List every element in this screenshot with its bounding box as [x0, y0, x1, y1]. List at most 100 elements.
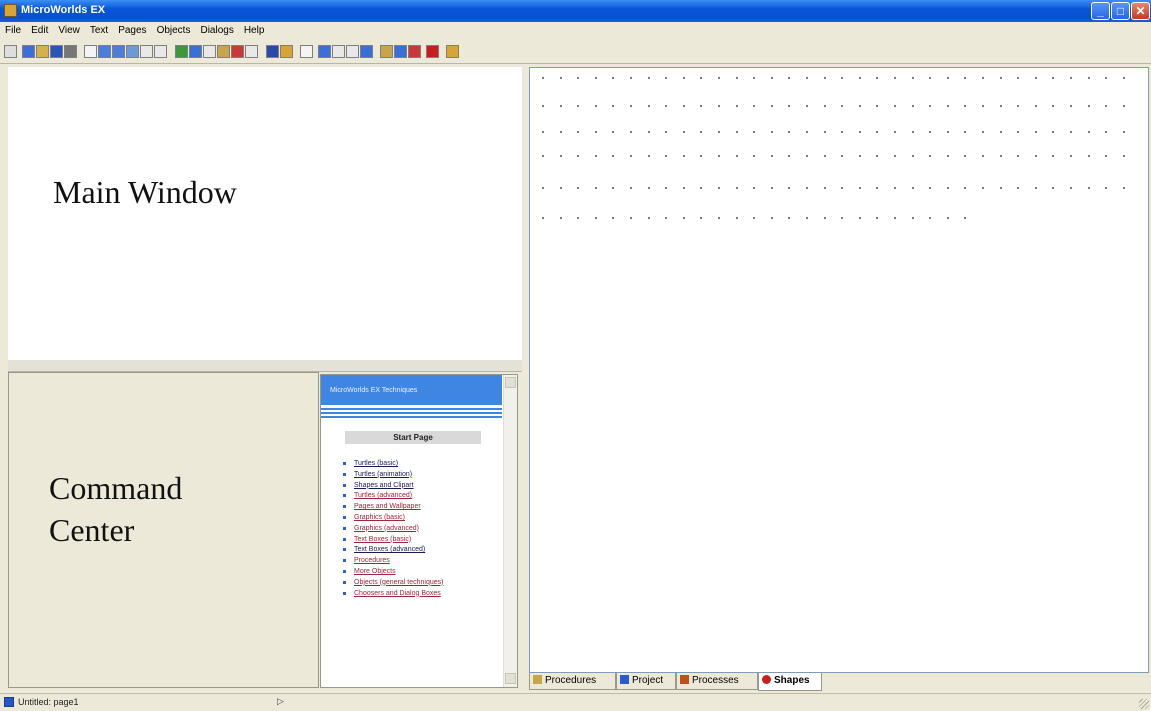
shape-slot[interactable]	[647, 131, 650, 133]
hatch-icon[interactable]	[266, 45, 279, 58]
tab-processes[interactable]: Processes	[676, 673, 758, 690]
shape-slot[interactable]	[542, 187, 544, 189]
shape-slot[interactable]	[946, 187, 949, 189]
technique-link[interactable]: Turtles (advanced)	[343, 491, 503, 502]
shape-slot[interactable]	[542, 131, 544, 133]
shape-slot[interactable]	[929, 155, 932, 157]
shape-slot[interactable]	[718, 217, 720, 219]
tab-shapes[interactable]: Shapes	[758, 673, 822, 691]
shape-slot[interactable]	[1105, 155, 1108, 157]
menu-text[interactable]: Text	[85, 22, 113, 36]
shape-slot[interactable]	[647, 187, 650, 189]
shape-slot[interactable]	[823, 131, 826, 133]
shape-slot[interactable]	[876, 217, 879, 219]
text-box-icon[interactable]	[140, 45, 153, 58]
shape-slot[interactable]	[929, 131, 932, 133]
technique-link[interactable]: Turtles (animation)	[343, 470, 503, 481]
open-folder-icon[interactable]	[36, 45, 49, 58]
shape-slot[interactable]	[594, 155, 597, 157]
shape-slot[interactable]	[964, 187, 967, 189]
scroll-up-icon[interactable]	[505, 377, 516, 388]
graph-icon[interactable]	[203, 45, 216, 58]
shape-slot[interactable]	[559, 131, 562, 133]
save-icon[interactable]	[50, 45, 63, 58]
shape-slot[interactable]	[682, 105, 685, 107]
shape-slot[interactable]	[753, 187, 756, 189]
shape-slot[interactable]	[577, 105, 580, 107]
shape-slot[interactable]	[894, 187, 896, 189]
shape-slot[interactable]	[1017, 105, 1020, 107]
shape-slot[interactable]	[1105, 131, 1108, 133]
shape-slot[interactable]	[559, 217, 562, 219]
shape-slot[interactable]	[1017, 187, 1020, 189]
shape-slot[interactable]	[929, 187, 932, 189]
person-icon[interactable]	[318, 45, 331, 58]
shape-slot[interactable]	[1105, 187, 1108, 189]
shape-slot[interactable]	[594, 77, 597, 79]
shape-slot[interactable]	[929, 77, 932, 79]
shape-slot[interactable]	[700, 155, 703, 157]
shape-slot[interactable]	[1052, 77, 1055, 79]
shape-slot[interactable]	[594, 105, 597, 107]
shape-slot[interactable]	[1034, 77, 1037, 79]
shape-slot[interactable]	[911, 155, 914, 157]
resize-grip-icon[interactable]	[1139, 699, 1149, 709]
shape-slot[interactable]	[718, 131, 720, 133]
shape-slot[interactable]	[841, 155, 844, 157]
new-page-icon[interactable]	[84, 45, 97, 58]
shape-slot[interactable]	[753, 131, 756, 133]
shape-slot[interactable]	[806, 105, 808, 107]
shape-slot[interactable]	[806, 217, 808, 219]
shape-slot[interactable]	[894, 131, 896, 133]
shape-slot[interactable]	[876, 105, 879, 107]
maximize-button[interactable]: □	[1111, 2, 1130, 20]
shape-slot[interactable]	[577, 131, 580, 133]
shape-slot[interactable]	[806, 187, 808, 189]
shape-slot[interactable]	[1034, 105, 1037, 107]
shape-slot[interactable]	[1087, 187, 1090, 189]
shape-slot[interactable]	[665, 217, 668, 219]
shape-slot[interactable]	[542, 155, 544, 157]
shape-slot[interactable]	[946, 155, 949, 157]
shape-slot[interactable]	[665, 77, 668, 79]
shape-slot[interactable]	[964, 217, 967, 219]
app-icon[interactable]	[4, 4, 17, 17]
shape-slot[interactable]	[559, 105, 562, 107]
shape-slot[interactable]	[770, 131, 773, 133]
shape-slot[interactable]	[1052, 105, 1055, 107]
shape-slot[interactable]	[982, 155, 984, 157]
shape-slot[interactable]	[858, 77, 861, 79]
shape-slot[interactable]	[594, 131, 597, 133]
shape-slot[interactable]	[1070, 131, 1072, 133]
shape-slot[interactable]	[929, 105, 932, 107]
shape-slot[interactable]	[770, 77, 773, 79]
shape-slot[interactable]	[964, 77, 967, 79]
technique-link[interactable]: Pages and Wallpaper	[343, 502, 503, 513]
next-page-icon[interactable]	[112, 45, 125, 58]
shape-slot[interactable]	[542, 217, 544, 219]
shape-slot[interactable]	[682, 77, 685, 79]
shape-slot[interactable]	[682, 217, 685, 219]
shape-slot[interactable]	[630, 131, 632, 133]
shape-slot[interactable]	[665, 187, 668, 189]
shape-slot[interactable]	[542, 77, 544, 79]
shape-slot[interactable]	[647, 77, 650, 79]
shape-slot[interactable]	[1017, 77, 1020, 79]
shape-slot[interactable]	[1087, 105, 1090, 107]
shape-slot[interactable]	[682, 155, 685, 157]
shape-slot[interactable]	[559, 77, 562, 79]
page-view-icon[interactable]	[126, 45, 139, 58]
technique-link[interactable]: Objects (general techniques)	[343, 578, 503, 589]
shape-slot[interactable]	[858, 155, 861, 157]
technique-link[interactable]: Procedures	[343, 556, 503, 567]
shape-slot[interactable]	[542, 105, 544, 107]
shape-slot[interactable]	[894, 155, 896, 157]
shape-slot[interactable]	[999, 131, 1002, 133]
shape-slot[interactable]	[594, 217, 597, 219]
shape-slot[interactable]	[911, 77, 914, 79]
shape-slot[interactable]	[982, 187, 984, 189]
technique-link[interactable]: Text Boxes (advanced)	[343, 545, 503, 556]
shape-slot[interactable]	[577, 217, 580, 219]
shape-slot[interactable]	[823, 105, 826, 107]
shape-slot[interactable]	[665, 131, 668, 133]
